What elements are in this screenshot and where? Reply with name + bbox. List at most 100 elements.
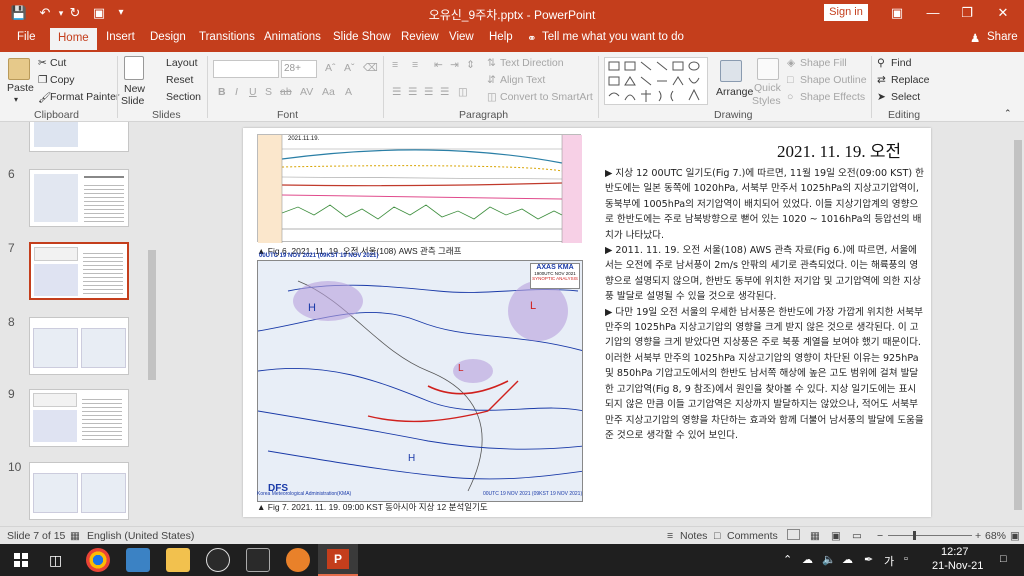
tab-help[interactable]: Help (489, 31, 513, 43)
cut-icon[interactable]: ✂ (38, 57, 47, 69)
slide-thumbnail[interactable] (29, 462, 129, 520)
task-view-icon[interactable]: ◫ (49, 552, 62, 569)
strikethrough-icon[interactable]: ab (280, 86, 292, 98)
tab-file[interactable]: File (17, 31, 36, 43)
bullets-icon[interactable]: ≡ (392, 59, 398, 71)
app-calendar-icon[interactable] (126, 548, 150, 572)
shape-outline-button[interactable]: Shape Outline (800, 74, 867, 86)
slide-sorter-icon[interactable]: ▦ (810, 530, 820, 542)
minimize-button[interactable]: — (922, 3, 944, 23)
fit-to-window-icon[interactable]: ▣ (1010, 530, 1020, 542)
ime-icon[interactable]: ▫ (904, 553, 908, 565)
quick-styles-label-2[interactable]: Styles (752, 95, 781, 107)
italic-icon[interactable]: I (235, 86, 238, 98)
new-slide-icon[interactable] (124, 56, 144, 80)
character-spacing-icon[interactable]: AV (300, 86, 313, 98)
font-name-input[interactable] (213, 60, 279, 78)
paste-dropdown-icon[interactable]: ▾ (14, 95, 18, 104)
slide-thumbnail[interactable] (29, 389, 129, 447)
arrange-icon[interactable] (720, 60, 742, 82)
shadow-icon[interactable]: S (265, 86, 272, 98)
tab-transitions[interactable]: Transitions (199, 31, 255, 43)
slideshow-icon[interactable]: ▭ (852, 530, 862, 542)
line-spacing-icon[interactable]: ⇕ (466, 59, 475, 71)
network-icon[interactable]: ☁ (802, 553, 813, 566)
tab-home[interactable]: Home (50, 28, 97, 50)
align-text-icon[interactable]: ⇵ (487, 74, 496, 86)
tab-view[interactable]: View (449, 31, 474, 43)
align-center-icon[interactable]: ☰ (408, 86, 417, 98)
arrange-button[interactable]: Arrange (716, 86, 753, 98)
replace-button[interactable]: Replace (891, 74, 930, 86)
windows-start-icon[interactable] (14, 553, 28, 567)
columns-icon[interactable]: ◫ (458, 86, 468, 98)
slide-canvas[interactable]: 2021.11.19. ▲ Fig 6. 2021. 11. 19. 오전 서울… (243, 128, 931, 517)
language-indicator[interactable]: English (United States) (87, 530, 194, 542)
change-case-icon[interactable]: Aa (322, 86, 335, 98)
reset-button[interactable]: Reset (166, 74, 193, 86)
select-button[interactable]: Select (891, 91, 920, 103)
find-button[interactable]: Find (891, 57, 911, 69)
reading-view-icon[interactable]: ▣ (831, 530, 841, 542)
text-direction-button[interactable]: Text Direction (500, 57, 564, 69)
clock-time[interactable]: 12:27 (941, 546, 969, 558)
slide-thumbnail[interactable] (29, 122, 129, 152)
app-icon-2[interactable] (246, 548, 270, 572)
copy-icon[interactable]: ❐ (38, 74, 47, 86)
notes-button[interactable]: Notes (680, 530, 707, 542)
zoom-slider-thumb[interactable] (913, 531, 916, 540)
tab-review[interactable]: Review (401, 31, 439, 43)
collapse-ribbon-icon[interactable]: ⌃ (1004, 108, 1012, 119)
align-left-icon[interactable]: ☰ (392, 86, 401, 98)
normal-view-icon[interactable] (787, 529, 800, 540)
justify-icon[interactable]: ☰ (440, 86, 449, 98)
replace-icon[interactable]: ⇄ (877, 74, 886, 86)
decrease-font-icon[interactable]: Aˇ (344, 62, 355, 74)
quick-styles-label-1[interactable]: Quick (754, 82, 781, 94)
tell-me-search[interactable]: Tell me what you want to do (542, 31, 684, 43)
slide-thumbnail-selected[interactable] (29, 242, 129, 300)
volume-icon[interactable]: 🔈 (822, 553, 836, 566)
paste-button[interactable]: Paste (7, 82, 34, 94)
zoom-level[interactable]: 68% (985, 530, 1006, 542)
font-color-icon[interactable]: A (345, 86, 352, 98)
tray-expand-icon[interactable]: ⌃ (783, 553, 792, 566)
tab-slide-show[interactable]: Slide Show (333, 31, 391, 43)
shape-effects-icon[interactable]: ○ (787, 91, 793, 103)
tab-animations[interactable]: Animations (264, 31, 321, 43)
close-button[interactable]: ✕ (992, 3, 1014, 23)
zoom-out-button[interactable]: − (877, 530, 883, 542)
spellcheck-icon[interactable]: ▦ (70, 530, 80, 542)
pen-icon[interactable]: ✒ (864, 553, 873, 566)
clear-formatting-icon[interactable]: ⌫ (363, 62, 378, 74)
slide-body-text[interactable]: ▶ 지상 12 00UTC 일기도(Fig 7.)에 따르면, 11월 19일 … (605, 166, 925, 443)
format-painter-button[interactable]: Format Painter (50, 91, 119, 103)
chrome-icon[interactable] (86, 548, 110, 572)
powerpoint-taskbar-button[interactable]: P (318, 544, 358, 576)
slide-scroll-thumb[interactable] (1014, 140, 1022, 510)
ribbon-display-options-icon[interactable]: ▣ (886, 3, 908, 23)
zoom-in-button[interactable]: + (975, 530, 981, 542)
copy-button[interactable]: Copy (50, 74, 75, 86)
shape-fill-icon[interactable]: ◈ (787, 57, 795, 69)
underline-icon[interactable]: U (249, 86, 257, 98)
shape-effects-button[interactable]: Shape Effects (800, 91, 865, 103)
smartart-icon[interactable]: ◫ (487, 91, 497, 103)
shapes-gallery[interactable] (604, 57, 708, 105)
quick-styles-icon[interactable] (757, 58, 779, 80)
select-icon[interactable]: ➤ (877, 91, 886, 103)
slide-thumbnail[interactable] (29, 317, 129, 375)
new-slide-label-1[interactable]: New (124, 83, 145, 95)
slide-thumbnail[interactable] (29, 169, 129, 227)
convert-smartart-button[interactable]: Convert to SmartArt (500, 91, 593, 103)
font-size-input[interactable]: 28+ (281, 60, 317, 78)
align-text-button[interactable]: Align Text (500, 74, 545, 86)
numbering-icon[interactable]: ≡ (412, 59, 418, 71)
file-explorer-icon[interactable] (166, 548, 190, 572)
notifications-icon[interactable]: □ (1000, 553, 1007, 565)
thumbnail-scroll-thumb[interactable] (148, 250, 156, 380)
sign-in-button[interactable]: Sign in (824, 4, 868, 21)
app-icon-3[interactable] (286, 548, 310, 572)
bold-icon[interactable]: B (218, 86, 226, 98)
cut-button[interactable]: Cut (50, 57, 66, 69)
